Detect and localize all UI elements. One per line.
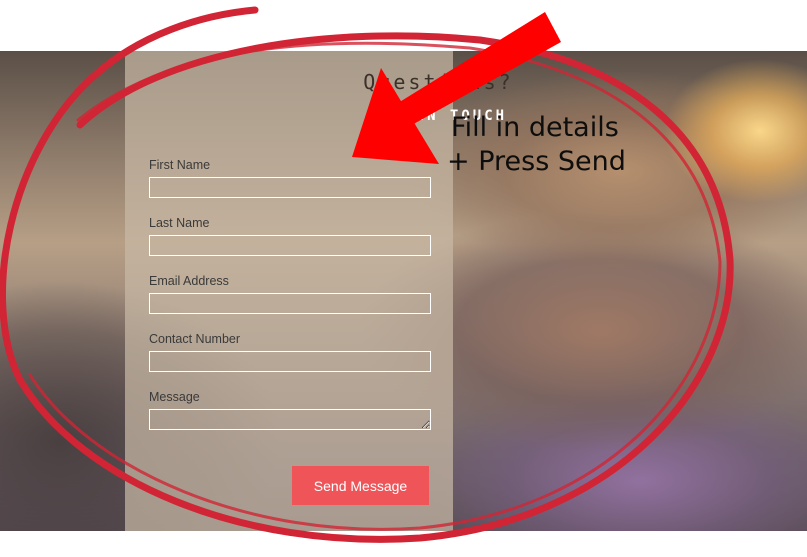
last-name-input[interactable]	[149, 235, 431, 256]
form-subtitle: GET IN TOUCH	[369, 108, 508, 124]
form-title: Questions?	[363, 70, 514, 94]
annotation-line-1: Fill in details	[451, 112, 619, 143]
first-name-label: First Name	[149, 158, 211, 172]
send-message-button[interactable]: Send Message	[292, 466, 429, 505]
message-textarea[interactable]	[149, 409, 431, 430]
email-input[interactable]	[149, 293, 431, 314]
first-name-input[interactable]	[149, 177, 431, 198]
message-label: Message	[149, 390, 200, 404]
last-name-label: Last Name	[149, 216, 210, 230]
contact-number-label: Contact Number	[149, 332, 241, 346]
annotation-line-2: + Press Send	[447, 146, 626, 177]
contact-number-input[interactable]	[149, 351, 431, 372]
email-label: Email Address	[149, 274, 229, 288]
